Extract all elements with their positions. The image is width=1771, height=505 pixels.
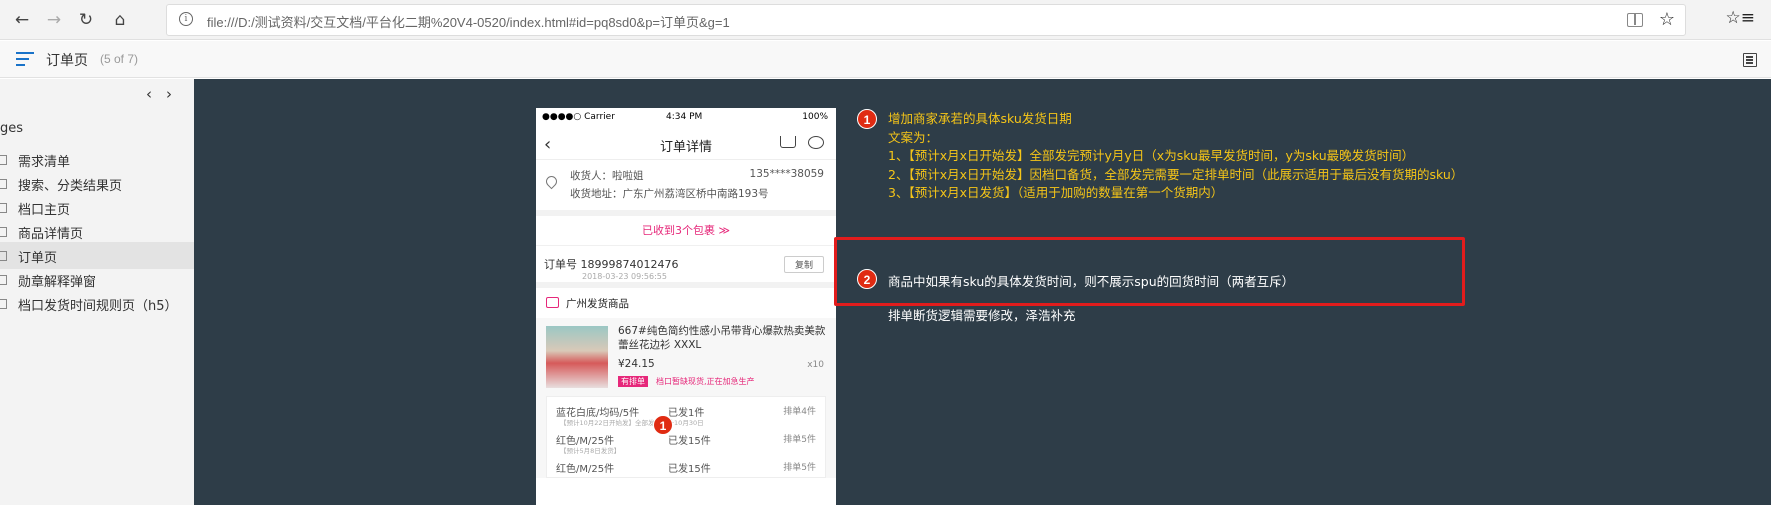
- sidebar-item-label: 订单页: [18, 251, 58, 266]
- favorite-star-icon[interactable]: ☆: [1659, 9, 1675, 30]
- product-qty: x10: [807, 360, 824, 370]
- copy-button[interactable]: 复制: [783, 256, 824, 273]
- product-item[interactable]: 667#纯色简约性感小吊带背心爆款热卖美款蕾丝花边衫 XXXL ¥24.15 x…: [536, 318, 836, 394]
- backorder-note: 档口暂缺现货,正在加急生产: [656, 377, 755, 386]
- sku-spec: 红色/M/25件: [556, 464, 615, 475]
- sitemap-menu-icon[interactable]: [16, 52, 34, 66]
- sidebar-item-label: 勋章解释弹窗: [18, 275, 97, 290]
- battery: 100%: [802, 112, 828, 122]
- phone-number: 135****38059: [749, 168, 824, 180]
- sidebar-item-label: 搜索、分类结果页: [18, 179, 123, 194]
- favorites-list-icon[interactable]: ☆≡: [1726, 8, 1755, 28]
- annotation-line: 文案为：: [888, 129, 939, 145]
- location-pin-icon: [543, 173, 560, 190]
- page-icon: [0, 227, 7, 237]
- chevron-down-icon: ≫: [718, 224, 730, 237]
- sidebar-item-label: 商品详情页: [18, 227, 84, 242]
- annotation-marker-2: 2: [857, 269, 877, 289]
- page-icon: [0, 299, 7, 309]
- page-icon: [0, 179, 7, 189]
- page-icon: [0, 155, 7, 165]
- refresh-icon[interactable]: ↻: [74, 8, 98, 32]
- sku-list: 蓝花白底/均码/5件 已发1件 排单4件 【预计10月22日开始发】全部发完预计10…: [536, 394, 836, 478]
- address-line: 收货地址：广东广州荔湾区桥中南路193号: [570, 188, 769, 200]
- notes-panel-icon[interactable]: [1743, 53, 1757, 67]
- sku-note: 【预计5月8日发货】: [560, 447, 621, 455]
- cart-icon[interactable]: [780, 136, 796, 148]
- status-bar: ●●●●○ Carrier 4:34 PM 100%: [536, 108, 836, 128]
- annotation-marker-1: 1: [857, 109, 877, 129]
- sku-note: 【预计10月22日开始发】全部发完预计10月30日: [560, 419, 704, 427]
- receiver: 收货人：啦啦姐: [570, 170, 644, 182]
- page-title: 订单页: [46, 53, 88, 69]
- annotation-2-text: 商品中如果有sku的具体发货时间，则不展示spu的回货时间（两者互斥）: [888, 274, 1295, 289]
- phone-navbar: ‹ 订单详情: [536, 128, 836, 160]
- sidebar-item-label: 档口主页: [18, 203, 71, 218]
- sidebar-heading: ges: [0, 121, 24, 136]
- page-nav-arrows: ‹›: [146, 85, 186, 103]
- sku-pending: 排单5件: [783, 463, 816, 473]
- backorder-tag: 有排单: [618, 376, 648, 387]
- packages-received[interactable]: 已收到3个包裹 ≫: [536, 216, 836, 246]
- sitemap-sidebar: ‹› ges 需求清单 搜索、分类结果页 档口主页 商品详情页 订单页 勋章解释…: [0, 79, 194, 505]
- annotation-line: 1、【预计x月x日开始发】全部发完预计y月y日（x为sku最早发货时间，y为sk…: [888, 148, 1415, 163]
- home-icon[interactable]: ⌂: [108, 8, 132, 32]
- sku-shipped: 已发15件: [668, 464, 711, 475]
- prev-page-icon[interactable]: ‹: [146, 85, 166, 103]
- annotation-line: 2、【预计x月x日开始发】因档口备货，全部发完需要一定排单时间（此展示适用于最后…: [888, 166, 1464, 182]
- store-icon: [546, 297, 559, 308]
- product-name: 667#纯色简约性感小吊带背心爆款热卖美款蕾丝花边衫 XXXL: [618, 325, 826, 351]
- sidebar-item-search[interactable]: 搜索、分类结果页: [0, 170, 194, 197]
- phone-mockup: ●●●●○ Carrier 4:34 PM 100% ‹ 订单详情 收货人：啦啦…: [536, 108, 836, 505]
- browser-chrome: ← → ↻ ⌂ i file:///D:/测试资料/交互文档/平台化二期%20V…: [0, 0, 1771, 40]
- url-text[interactable]: file:///D:/测试资料/交互文档/平台化二期%20V4-0520/ind…: [207, 12, 730, 31]
- packages-label: 已收到3个包裹: [641, 224, 719, 237]
- order-info: 订单号 18999874012476 2018-03-23 09:56:55 复…: [536, 246, 836, 288]
- next-page-icon[interactable]: ›: [166, 85, 186, 103]
- carrier: ●●●●○ Carrier: [542, 112, 615, 122]
- axure-toolbar: 订单页 (5 of 7): [0, 41, 1771, 78]
- sidebar-item-order[interactable]: 订单页: [0, 242, 194, 269]
- sidebar-item-requirements[interactable]: 需求清单: [0, 146, 194, 173]
- product-price: ¥24.15: [618, 358, 655, 370]
- order-date: 2018-03-23 09:56:55: [582, 272, 667, 281]
- phone-marker-1: 1: [653, 415, 673, 435]
- page-icon: [0, 251, 7, 261]
- sidebar-item-label: 档口发货时间规则页（h5）: [18, 299, 178, 314]
- back-icon[interactable]: ←: [10, 8, 34, 32]
- info-icon[interactable]: i: [179, 12, 193, 26]
- page-count: (5 of 7): [100, 52, 139, 66]
- sku-pending: 排单5件: [783, 435, 816, 445]
- annotation-line: 增加商家承若的具体sku发货日期: [888, 111, 1072, 126]
- store-header: 广州发货商品: [536, 288, 836, 318]
- sku-pending: 排单4件: [783, 407, 816, 417]
- address-block: 收货人：啦啦姐 135****38059 收货地址：广东广州荔湾区桥中南路193…: [536, 160, 836, 216]
- reading-view-icon[interactable]: [1627, 13, 1643, 27]
- store-name: 广州发货商品: [566, 298, 629, 310]
- annotation-1-text: 增加商家承若的具体sku发货日期 文案为： 1、【预计x月x日开始发】全部发完预…: [888, 110, 1463, 203]
- status-time: 4:34 PM: [666, 112, 703, 122]
- sidebar-item-label: 需求清单: [18, 155, 71, 170]
- annotation-line: 3、【预计x月x日发货】（适用于加购的数量在第一个货期内）: [888, 185, 1224, 200]
- product-image: [546, 326, 608, 388]
- annotation-3-text: 排单断货逻辑需要修改，泽浩补充: [888, 308, 1076, 323]
- page-icon: [0, 275, 7, 285]
- sidebar-item-medal-popup[interactable]: 勋章解释弹窗: [0, 266, 194, 293]
- forward-icon[interactable]: →: [42, 8, 66, 32]
- sidebar-item-store-home[interactable]: 档口主页: [0, 194, 194, 221]
- chat-icon[interactable]: [808, 136, 824, 149]
- order-number: 订单号 18999874012476: [544, 258, 679, 271]
- address-bar[interactable]: i file:///D:/测试资料/交互文档/平台化二期%20V4-0520/i…: [166, 4, 1686, 36]
- sidebar-item-product-detail[interactable]: 商品详情页: [0, 218, 194, 245]
- page-icon: [0, 203, 7, 213]
- sidebar-item-ship-rules[interactable]: 档口发货时间规则页（h5）: [0, 290, 194, 317]
- sku-shipped: 已发15件: [668, 436, 711, 447]
